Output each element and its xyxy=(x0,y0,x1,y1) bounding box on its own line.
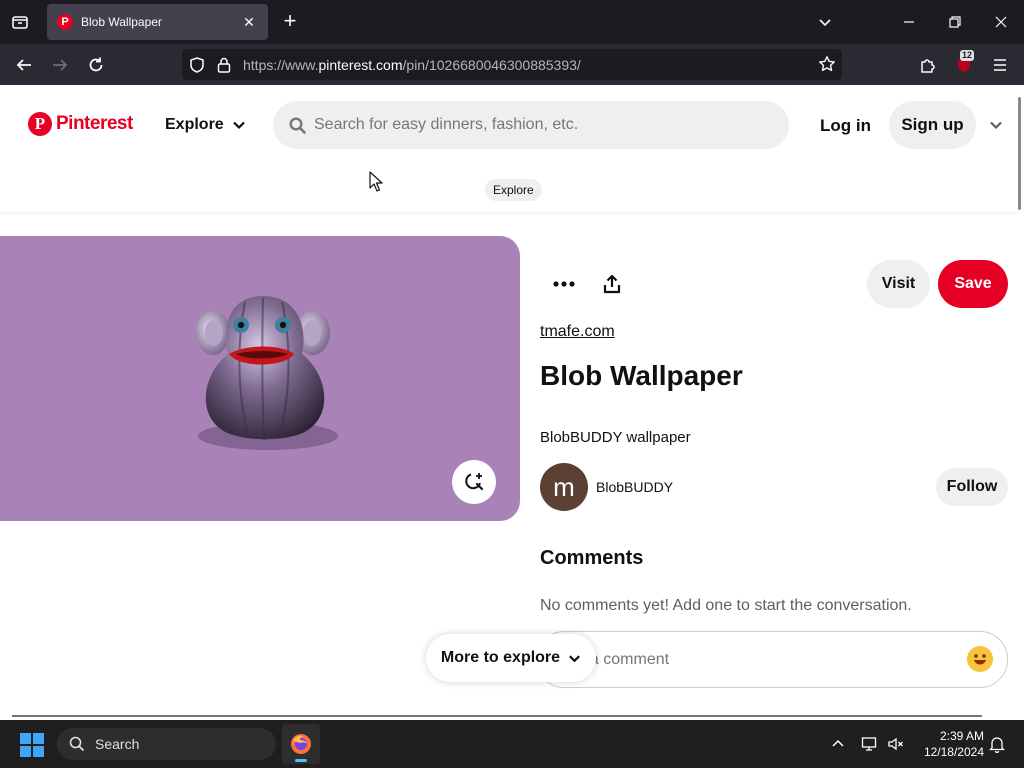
visit-button[interactable]: Visit xyxy=(867,260,930,308)
pinterest-wordmark: Pinterest xyxy=(56,113,133,134)
sign-up-button[interactable]: Sign up xyxy=(889,101,976,149)
save-button[interactable]: Save xyxy=(938,260,1008,308)
pin-action-bar: Visit Save xyxy=(540,260,1008,308)
windows-start-icon[interactable] xyxy=(20,733,44,757)
browser-tab[interactable]: P Blob Wallpaper ✕ xyxy=(47,4,268,40)
chevron-down-icon xyxy=(232,118,246,132)
explore-tooltip: Explore xyxy=(485,179,542,201)
tracking-shield-icon[interactable] xyxy=(188,56,206,79)
tab-overflow-chevron-icon[interactable] xyxy=(813,10,837,34)
explore-menu[interactable]: Explore xyxy=(165,116,246,134)
search-placeholder: Search for easy dinners, fashion, etc. xyxy=(314,116,579,133)
lock-icon[interactable] xyxy=(216,56,232,79)
firefox-taskbar-button[interactable] xyxy=(282,724,320,764)
new-tab-button[interactable]: + xyxy=(278,10,302,34)
clock-date: 12/18/2024 xyxy=(923,745,984,759)
back-arrow-icon[interactable] xyxy=(11,52,37,78)
page-scrollbar[interactable] xyxy=(1018,97,1021,210)
pinterest-logo-icon: P xyxy=(28,112,52,136)
system-clock[interactable]: 2:39 AM 12/18/2024 xyxy=(916,728,984,760)
more-options-icon[interactable] xyxy=(540,260,588,308)
comment-input[interactable]: Add a comment xyxy=(536,631,1008,688)
no-comments-message: No comments yet! Add one to start the co… xyxy=(540,597,912,614)
close-tab-icon[interactable]: ✕ xyxy=(240,14,258,31)
creator-name[interactable]: BlobBUDDY xyxy=(596,479,673,495)
comments-heading: Comments xyxy=(540,547,644,569)
pin-description: BlobBUDDY wallpaper xyxy=(540,429,691,446)
chevron-down-icon xyxy=(568,652,581,665)
visual-search-button[interactable] xyxy=(452,460,496,504)
emoji-picker-icon[interactable] xyxy=(967,646,993,672)
pin-title: Blob Wallpaper xyxy=(540,360,743,391)
mouse-cursor-icon xyxy=(369,171,383,197)
pinterest-favicon-icon: P xyxy=(57,14,73,30)
page-viewport: P Pinterest Explore Search for easy dinn… xyxy=(0,85,1024,718)
close-window-icon[interactable] xyxy=(989,10,1013,34)
pinterest-logo[interactable]: P Pinterest xyxy=(28,112,133,136)
taskbar-search-label: Search xyxy=(95,736,140,752)
bookmark-star-icon[interactable] xyxy=(818,55,836,78)
account-chevron-down-icon[interactable] xyxy=(986,115,1006,135)
explore-label: Explore xyxy=(165,116,224,133)
windows-taskbar: Search 2:39 AM 12/18/2024 xyxy=(0,720,1024,768)
pin-image[interactable] xyxy=(0,236,520,521)
running-indicator xyxy=(295,759,307,762)
search-input[interactable]: Search for easy dinners, fashion, etc. xyxy=(273,101,789,149)
blob-character-illustration xyxy=(196,296,338,450)
more-to-explore-button[interactable]: More to explore xyxy=(426,634,596,682)
notification-bell-icon[interactable] xyxy=(985,732,1009,756)
search-icon xyxy=(69,736,85,752)
clock-time: 2:39 AM xyxy=(939,729,984,743)
browser-nav-bar: https://www.pinterest.com/pin/1026680046… xyxy=(0,44,1024,85)
forward-arrow-icon[interactable] xyxy=(47,52,73,78)
header-divider xyxy=(0,212,1018,216)
url-text: https://www.pinterest.com/pin/1026680046… xyxy=(243,57,581,73)
search-icon xyxy=(289,116,306,134)
reload-icon[interactable] xyxy=(83,52,109,78)
page-divider xyxy=(12,715,982,717)
share-icon[interactable] xyxy=(588,260,636,308)
tab-title: Blob Wallpaper xyxy=(81,15,162,29)
source-link[interactable]: tmafe.com xyxy=(540,323,615,341)
taskbar-search-box[interactable]: Search xyxy=(57,728,276,760)
show-hidden-icons-chevron-icon[interactable] xyxy=(826,732,850,756)
lens-search-icon xyxy=(465,473,484,491)
extensions-puzzle-icon[interactable] xyxy=(915,52,941,78)
minimize-window-icon[interactable] xyxy=(897,10,921,34)
log-in-button[interactable]: Log in xyxy=(820,116,871,136)
volume-muted-icon[interactable] xyxy=(884,732,908,756)
address-bar[interactable]: https://www.pinterest.com/pin/1026680046… xyxy=(182,49,842,80)
hamburger-menu-icon[interactable] xyxy=(987,52,1013,78)
extension-count-badge: 12 xyxy=(960,50,975,61)
tab-list-icon[interactable] xyxy=(8,10,32,34)
firefox-icon xyxy=(291,734,311,754)
restore-window-icon[interactable] xyxy=(943,10,967,34)
creator-avatar[interactable]: m xyxy=(540,463,588,511)
browser-tab-bar: P Blob Wallpaper ✕ + xyxy=(0,0,1024,44)
follow-button[interactable]: Follow xyxy=(936,468,1008,506)
more-to-explore-label: More to explore xyxy=(440,649,561,666)
network-icon[interactable] xyxy=(858,732,882,756)
